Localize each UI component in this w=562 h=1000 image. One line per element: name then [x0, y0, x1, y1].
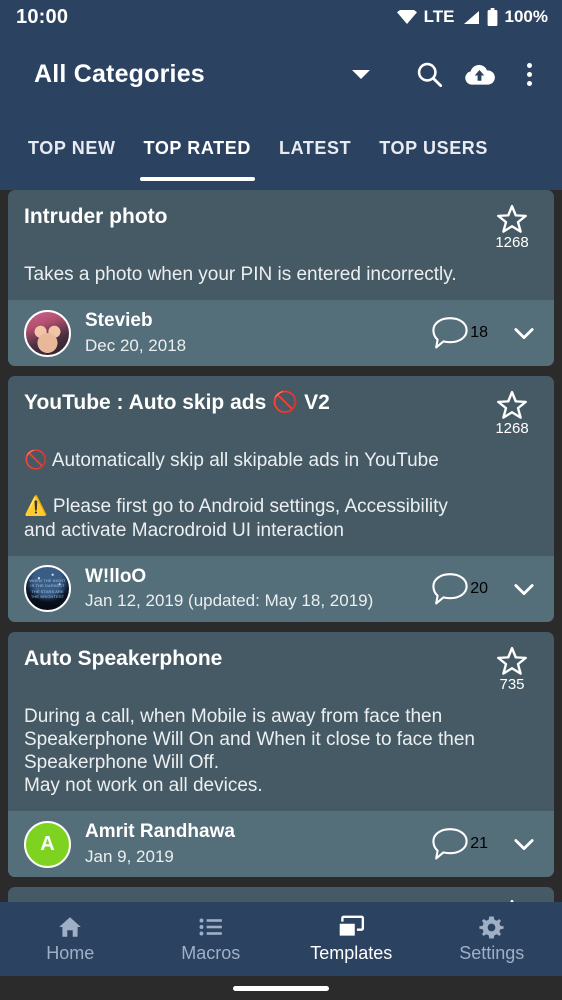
bottom-navigation: Home Macros Templates Settings: [0, 902, 562, 976]
status-bar: 10:00 LTE 100%: [0, 0, 562, 34]
comment-count-button[interactable]: 21: [430, 826, 488, 862]
author-block: Amrit Randhawa Jan 9, 2019: [85, 820, 430, 868]
comment-bubble-icon: [432, 572, 468, 605]
nav-item-home[interactable]: Home: [0, 914, 141, 964]
network-type-label: LTE: [423, 7, 455, 26]
avatar-initial: A: [40, 832, 55, 855]
gear-icon: [478, 914, 506, 940]
templates-icon: [337, 914, 365, 940]
card-footer: A Amrit Randhawa Jan 9, 2019 21: [8, 811, 554, 878]
card-header: YouTube : Auto skip ads 🚫 V2 1268: [24, 390, 538, 437]
list-item[interactable]: Auto Speakerphone 735 During a call, whe…: [8, 631, 554, 878]
card-body: YouTube : Auto skip ads 🚫 V2 1268 🚫 Auto…: [8, 376, 554, 556]
wifi-icon: [396, 10, 417, 24]
tab-top-users[interactable]: TOP USERS: [365, 114, 502, 159]
chevron-down-icon[interactable]: [510, 575, 538, 603]
author-name[interactable]: W!lloO: [85, 565, 430, 589]
comment-count-button[interactable]: 18: [430, 315, 488, 351]
rating-count: 1268: [495, 420, 529, 438]
author-name[interactable]: Stevieb: [85, 309, 430, 333]
battery-icon: [487, 8, 497, 26]
rating-count: 1268: [495, 234, 529, 251]
nav-label: Macros: [181, 943, 241, 963]
star-outline-icon: [497, 646, 527, 675]
signal-icon: [463, 10, 479, 24]
tab-label: TOP RATED: [143, 138, 251, 158]
author-block: W!lloO Jan 12, 2019 (updated: May 18, 20…: [85, 565, 430, 613]
nav-item-settings[interactable]: Settings: [422, 914, 562, 964]
rating-count: 735: [499, 675, 525, 693]
active-tab-indicator: [139, 177, 255, 181]
list-item-partial[interactable]: [8, 887, 554, 902]
avatar[interactable]: WHEN THE NIGHT IS THE DARKEST THE STARS …: [24, 565, 71, 613]
list-icon: [197, 914, 225, 940]
card-header: Intruder photo 1268: [24, 204, 538, 251]
list-item[interactable]: Intruder photo 1268 Takes a photo when y…: [8, 190, 554, 367]
nav-label: Home: [46, 943, 95, 963]
star-outline-icon: [497, 390, 527, 419]
battery-percent-label: 100%: [504, 7, 548, 26]
category-title[interactable]: All Categories: [34, 60, 205, 89]
more-vertical-icon[interactable]: [512, 57, 546, 91]
card-footer: WHEN THE NIGHT IS THE DARKEST THE STARS …: [8, 555, 554, 622]
tab-label: LATEST: [278, 138, 352, 158]
search-icon[interactable]: [412, 57, 446, 91]
nav-label: Settings: [459, 943, 525, 963]
comment-bubble-icon: [432, 828, 468, 860]
card-header: Auto Speakerphone 735: [24, 646, 538, 693]
list-item[interactable]: YouTube : Auto skip ads 🚫 V2 1268 🚫 Auto…: [8, 376, 554, 622]
card-body: Intruder photo 1268 Takes a photo when y…: [8, 190, 554, 300]
template-description: 🚫 Automatically skip all skipable ads in…: [24, 450, 448, 541]
nav-label: Templates: [310, 943, 393, 963]
app-bar: All Categories: [0, 34, 562, 114]
nav-item-macros[interactable]: Macros: [141, 914, 282, 964]
status-clock: 10:00: [16, 5, 69, 28]
tab-bar: TOP NEW TOP RATED LATEST TOP USERS: [0, 114, 562, 190]
tab-label: TOP USERS: [379, 138, 489, 158]
author-name[interactable]: Amrit Randhawa: [85, 820, 430, 844]
template-description: During a call, when Mobile is away from …: [24, 705, 475, 797]
nav-item-templates[interactable]: Templates: [281, 914, 422, 964]
tab-top-new[interactable]: TOP NEW: [14, 114, 130, 159]
tab-label: TOP NEW: [28, 138, 116, 158]
avatar-caption: WHEN THE NIGHT IS THE DARKEST THE STARS …: [29, 577, 66, 600]
template-title: YouTube : Auto skip ads 🚫 V2: [24, 391, 330, 415]
author-block: Stevieb Dec 20, 2018: [85, 309, 430, 357]
tab-latest[interactable]: LATEST: [265, 114, 365, 159]
app-root: 10:00 LTE 100% All Categories TOP NEW TO…: [0, 0, 562, 1000]
publish-date: Jan 9, 2019: [85, 846, 174, 866]
template-description: Takes a photo when your PIN is entered i…: [24, 264, 457, 285]
rating-block[interactable]: 735: [486, 646, 538, 693]
template-title: Intruder photo: [24, 205, 168, 228]
gesture-bar[interactable]: [0, 976, 562, 1000]
comment-count-button[interactable]: 20: [430, 571, 488, 607]
star-outline-icon: [497, 204, 527, 233]
publish-date: Dec 20, 2018: [85, 335, 187, 355]
avatar[interactable]: [24, 309, 71, 357]
home-icon: [56, 914, 84, 940]
cloud-upload-icon[interactable]: [462, 57, 496, 91]
publish-date: Jan 12, 2019 (updated: May 18, 2019): [85, 591, 374, 611]
card-body: Auto Speakerphone 735 During a call, whe…: [8, 632, 554, 812]
card-footer: Stevieb Dec 20, 2018 18: [8, 300, 554, 367]
comment-count: 18: [470, 324, 488, 342]
tab-top-rated[interactable]: TOP RATED: [130, 114, 265, 181]
rating-block[interactable]: 1268: [486, 204, 538, 251]
template-title: Auto Speakerphone: [24, 646, 223, 670]
card-body: [8, 887, 554, 902]
status-indicators: LTE 100%: [396, 7, 548, 27]
comment-count: 20: [470, 579, 488, 597]
chevron-down-icon[interactable]: [510, 830, 538, 858]
rating-block[interactable]: 1268: [486, 390, 538, 437]
chevron-down-icon[interactable]: [510, 319, 538, 347]
template-list[interactable]: Intruder photo 1268 Takes a photo when y…: [0, 190, 562, 902]
comment-count: 21: [470, 835, 488, 853]
comment-bubble-icon: [432, 317, 468, 349]
chevron-down-icon[interactable]: [352, 69, 370, 79]
avatar[interactable]: A: [24, 820, 71, 868]
